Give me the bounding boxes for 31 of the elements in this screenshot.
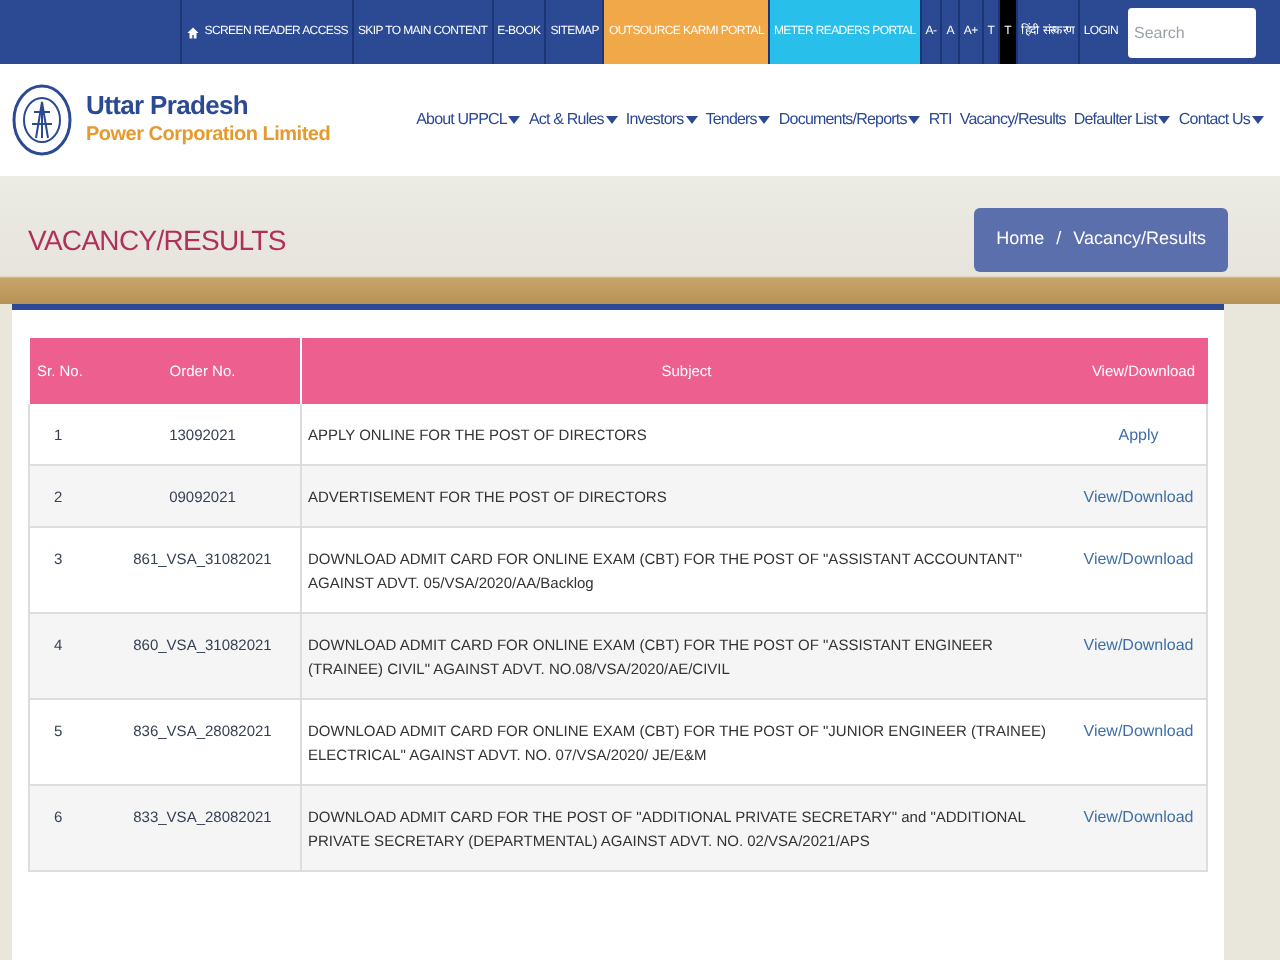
breadcrumb-link[interactable]: Vacancy/Results [1073, 226, 1206, 254]
breadcrumb-separator: / [1056, 226, 1062, 253]
breadcrumb-link[interactable]: Home [996, 226, 1045, 254]
brand-title: Uttar Pradesh [86, 90, 251, 122]
download-link[interactable]: View/Download [1083, 488, 1194, 506]
download-link[interactable]: View/Download [1083, 722, 1194, 740]
download-link[interactable]: Apply [1118, 426, 1159, 444]
page-title: VACANCY/RESULTS [28, 221, 286, 259]
download-link[interactable]: View/Download [1083, 550, 1194, 568]
nav-link[interactable]: Documents/Reports [778, 108, 921, 132]
caret-icon [1158, 116, 1171, 124]
emblem-logo-icon [12, 84, 72, 156]
nav-link[interactable]: Investors [625, 108, 698, 132]
brand-subtitle: Power Corporation Limited [86, 122, 331, 150]
home-icon [186, 25, 201, 39]
nav-link[interactable]: Vacancy/Results [959, 108, 1066, 132]
download-link[interactable]: View/Download [1083, 808, 1194, 826]
download-link[interactable]: View/Download [1083, 636, 1194, 654]
caret-icon [758, 116, 771, 124]
nav-link[interactable]: About UPPCL [416, 108, 521, 132]
caret-icon [908, 116, 921, 124]
caret-icon [605, 116, 618, 124]
nav-link[interactable]: Defaulter List [1073, 108, 1171, 132]
caret-icon [508, 116, 521, 124]
nav-link[interactable]: Tenders [705, 108, 771, 132]
nav-link[interactable]: Contact Us [1178, 108, 1264, 132]
search-field[interactable]: Search [1128, 7, 1256, 57]
nav-link[interactable]: RTI [928, 108, 952, 132]
nav-link[interactable]: Act & Rules [528, 108, 618, 132]
caret-icon [685, 116, 698, 124]
caret-icon [1252, 116, 1264, 124]
